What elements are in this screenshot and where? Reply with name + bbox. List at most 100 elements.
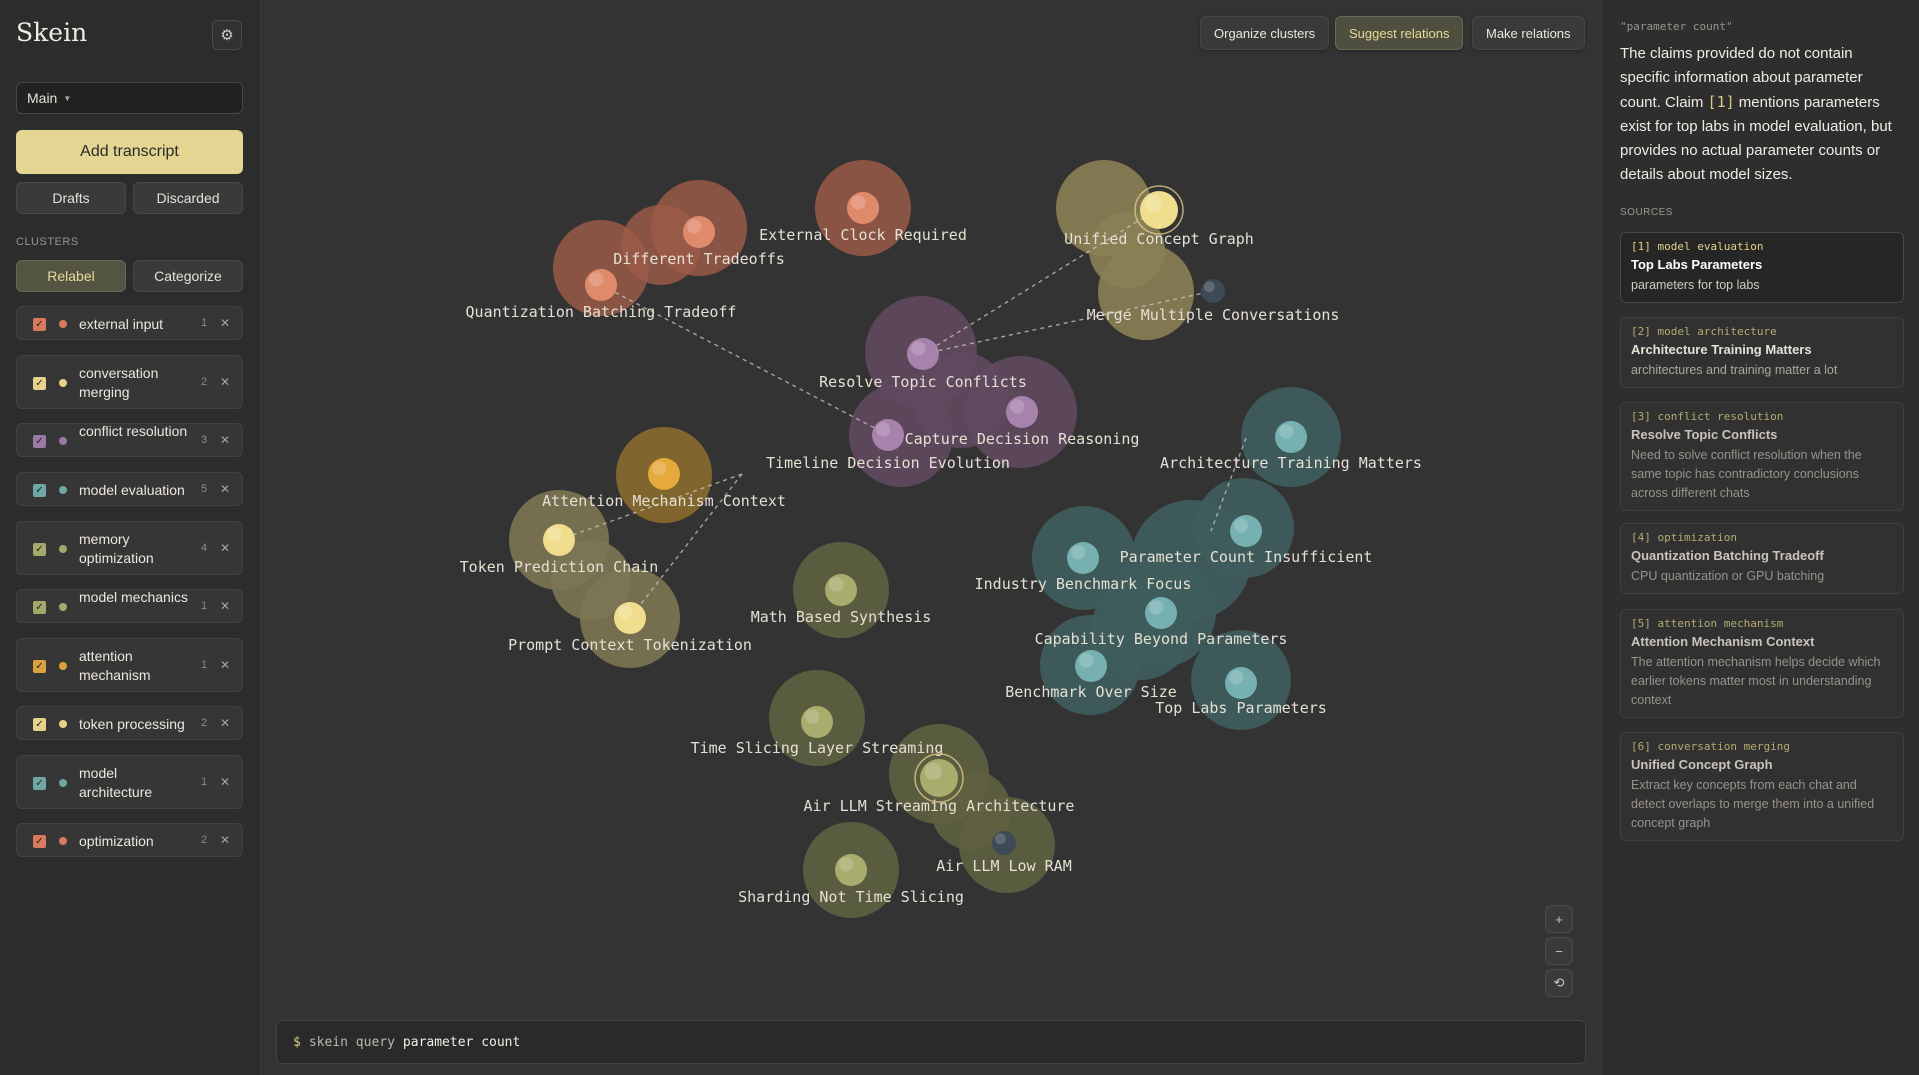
cluster-name[interactable]: token processing (79, 715, 189, 734)
concept-node[interactable] (1275, 421, 1307, 453)
close-icon[interactable]: ✕ (220, 482, 230, 496)
node-label[interactable]: Prompt Context Tokenization (508, 636, 752, 654)
close-icon[interactable]: ✕ (220, 658, 230, 672)
cluster-name[interactable]: external input (79, 315, 189, 334)
concept-graph[interactable]: Different Tradeoffs Quantization Batching… (261, 0, 1601, 1075)
suggest-relations-button[interactable]: Suggest relations (1335, 16, 1464, 50)
cluster-item[interactable]: ✓ token processing 2 ✕ (16, 706, 243, 740)
make-relations-button[interactable]: Make relations (1472, 16, 1585, 50)
cluster-item[interactable]: ✓ conversation merging 2 ✕ (16, 355, 243, 409)
cluster-checkbox[interactable]: ✓ (33, 600, 46, 614)
drafts-button[interactable]: Drafts (16, 182, 126, 214)
close-icon[interactable]: ✕ (220, 541, 230, 555)
concept-node[interactable] (1145, 597, 1177, 629)
cluster-name[interactable]: memory optimization (79, 530, 189, 568)
cluster-item[interactable]: ✓ memory optimization 4 ✕ (16, 521, 243, 575)
node-label[interactable]: Timeline Decision Evolution (766, 454, 1010, 472)
concept-node[interactable] (872, 419, 904, 451)
source-card[interactable]: [4] optimization Quantization Batching Tr… (1620, 523, 1904, 594)
node-label[interactable]: External Clock Required (759, 226, 967, 244)
query-input[interactable]: $ skein query parameter count (276, 1020, 1586, 1064)
organize-clusters-button[interactable]: Organize clusters (1200, 16, 1330, 50)
zoom-in-button[interactable]: + (1545, 905, 1573, 933)
concept-node[interactable] (847, 192, 879, 224)
node-label[interactable]: Parameter Count Insufficient (1120, 548, 1373, 566)
node-label[interactable]: Benchmark Over Size (1005, 683, 1177, 701)
cluster-checkbox[interactable]: ✓ (33, 317, 46, 331)
close-icon[interactable]: ✕ (220, 375, 230, 389)
graph-canvas[interactable]: Different Tradeoffs Quantization Batching… (261, 0, 1601, 1075)
cluster-item[interactable]: ✓ optimization 2 ✕ (16, 823, 243, 857)
categorize-button[interactable]: Categorize (133, 260, 243, 292)
cluster-name[interactable]: optimization (79, 832, 189, 851)
concept-node[interactable] (801, 706, 833, 738)
cluster-name[interactable]: model mechanics (79, 588, 189, 607)
concept-node[interactable] (1006, 396, 1038, 428)
concept-node[interactable] (1140, 191, 1178, 229)
concept-node[interactable] (683, 216, 715, 248)
cluster-checkbox[interactable]: ✓ (33, 717, 46, 731)
concept-node[interactable] (1201, 279, 1225, 303)
node-label[interactable]: Architecture Training Matters (1160, 454, 1422, 472)
concept-node[interactable] (543, 524, 575, 556)
close-icon[interactable]: ✕ (220, 599, 230, 613)
close-icon[interactable]: ✕ (220, 716, 230, 730)
cluster-item[interactable]: ✓ external input 1 ✕ (16, 306, 243, 340)
cluster-checkbox[interactable]: ✓ (33, 542, 46, 556)
cluster-checkbox[interactable]: ✓ (33, 834, 46, 848)
cluster-name[interactable]: conversation merging (79, 364, 189, 402)
citation-link[interactable]: [1] (1708, 93, 1735, 111)
view-select[interactable]: Main ▼ (16, 82, 243, 114)
source-card[interactable]: [5] attention mechanism Attention Mechani… (1620, 609, 1904, 718)
cluster-item[interactable]: ✓ model mechanics 1 ✕ (16, 589, 243, 623)
close-icon[interactable]: ✕ (220, 833, 230, 847)
concept-node[interactable] (825, 574, 857, 606)
cluster-item[interactable]: ✓ model evaluation 5 ✕ (16, 472, 243, 506)
cluster-checkbox[interactable]: ✓ (33, 659, 46, 673)
node-label[interactable]: Quantization Batching Tradeoff (466, 303, 737, 321)
concept-node[interactable] (648, 458, 680, 490)
cluster-name[interactable]: model architecture (79, 764, 189, 802)
source-card[interactable]: [3] conflict resolution Resolve Topic Con… (1620, 402, 1904, 511)
cluster-name[interactable]: conflict resolution (79, 422, 189, 441)
node-label[interactable]: Time Slicing Layer Streaming (691, 739, 944, 757)
node-label[interactable]: Merge Multiple Conversations (1087, 306, 1340, 324)
cluster-name[interactable]: attention mechanism (79, 647, 189, 685)
node-label[interactable]: Capture Decision Reasoning (905, 430, 1140, 448)
node-label[interactable]: Air LLM Low RAM (936, 857, 1071, 875)
node-label[interactable]: Top Labs Parameters (1155, 699, 1327, 717)
node-label[interactable]: Air LLM Streaming Architecture (804, 797, 1075, 815)
cluster-item[interactable]: ✓ conflict resolution 3 ✕ (16, 423, 243, 457)
node-label[interactable]: Resolve Topic Conflicts (819, 373, 1027, 391)
cluster-checkbox[interactable]: ✓ (33, 376, 46, 390)
concept-node[interactable] (835, 854, 867, 886)
cluster-checkbox[interactable]: ✓ (33, 483, 46, 497)
source-card[interactable]: [1] model evaluation Top Labs Parameters p… (1620, 232, 1904, 303)
cluster-item[interactable]: ✓ model architecture 1 ✕ (16, 755, 243, 809)
node-label[interactable]: Capability Beyond Parameters (1035, 630, 1288, 648)
node-label[interactable]: Different Tradeoffs (613, 250, 785, 268)
node-label[interactable]: Unified Concept Graph (1064, 230, 1254, 248)
node-label[interactable]: Math Based Synthesis (751, 608, 932, 626)
concept-node[interactable] (585, 269, 617, 301)
concept-node[interactable] (1075, 650, 1107, 682)
reset-view-button[interactable]: ⟲ (1545, 969, 1573, 997)
concept-node[interactable] (992, 831, 1016, 855)
zoom-out-button[interactable]: − (1545, 937, 1573, 965)
cluster-item[interactable]: ✓ attention mechanism 1 ✕ (16, 638, 243, 692)
cluster-name[interactable]: model evaluation (79, 481, 189, 500)
source-card[interactable]: [6] conversation merging Unified Concept … (1620, 732, 1904, 841)
settings-button[interactable]: ⚙ (212, 20, 242, 50)
close-icon[interactable]: ✕ (220, 433, 230, 447)
concept-node[interactable] (1067, 542, 1099, 574)
cluster-checkbox[interactable]: ✓ (33, 776, 46, 790)
concept-node[interactable] (1225, 667, 1257, 699)
concept-node[interactable] (614, 602, 646, 634)
discarded-button[interactable]: Discarded (133, 182, 243, 214)
concept-node[interactable] (907, 338, 939, 370)
node-label[interactable]: Industry Benchmark Focus (975, 575, 1192, 593)
node-label[interactable]: Sharding Not Time Slicing (738, 888, 964, 906)
close-icon[interactable]: ✕ (220, 316, 230, 330)
concept-node[interactable] (920, 759, 958, 797)
add-transcript-button[interactable]: Add transcript (16, 130, 243, 174)
